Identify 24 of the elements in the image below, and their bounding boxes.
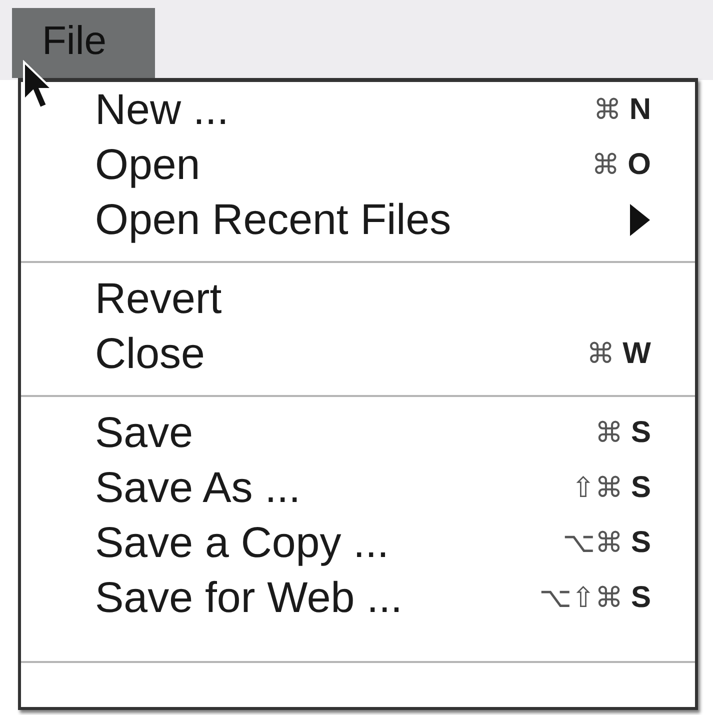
menu-item[interactable]: Save: [95, 408, 194, 458]
menu-item[interactable]: Close: [95, 328, 205, 378]
menu-title[interactable]: File: [12, 8, 155, 78]
shortcut-key: S: [630, 528, 651, 558]
shortcut-modifiers: ⌘: [592, 150, 620, 178]
shortcut-modifiers: ⌥⌘: [562, 528, 623, 556]
menu-item[interactable]: Save a Copy ...: [95, 518, 389, 568]
menu-item[interactable]: Open Recent Files: [95, 194, 452, 244]
shortcut-key: S: [630, 472, 651, 502]
menu-item[interactable]: Revert: [95, 274, 222, 324]
shortcut-modifiers: ⌘: [594, 418, 623, 446]
shortcut-key: S: [630, 582, 651, 612]
menu-item[interactable]: New ...: [95, 84, 229, 134]
shortcut-modifiers: ⌘: [593, 96, 622, 124]
shortcut-key: W: [622, 338, 651, 368]
shortcut-key: S: [630, 418, 651, 448]
menu-item[interactable]: Save As ...: [95, 462, 301, 512]
shortcut-modifiers: ⌘: [586, 340, 615, 368]
menu-item[interactable]: Save for Web ...: [95, 572, 403, 622]
shortcut-key: N: [629, 94, 651, 124]
menu-item[interactable]: Open: [95, 140, 200, 190]
shortcut-modifiers: ⇧⌘: [572, 474, 623, 502]
shortcut-modifiers: ⌥⇧⌘: [539, 584, 623, 612]
shortcut-key: O: [628, 150, 651, 180]
